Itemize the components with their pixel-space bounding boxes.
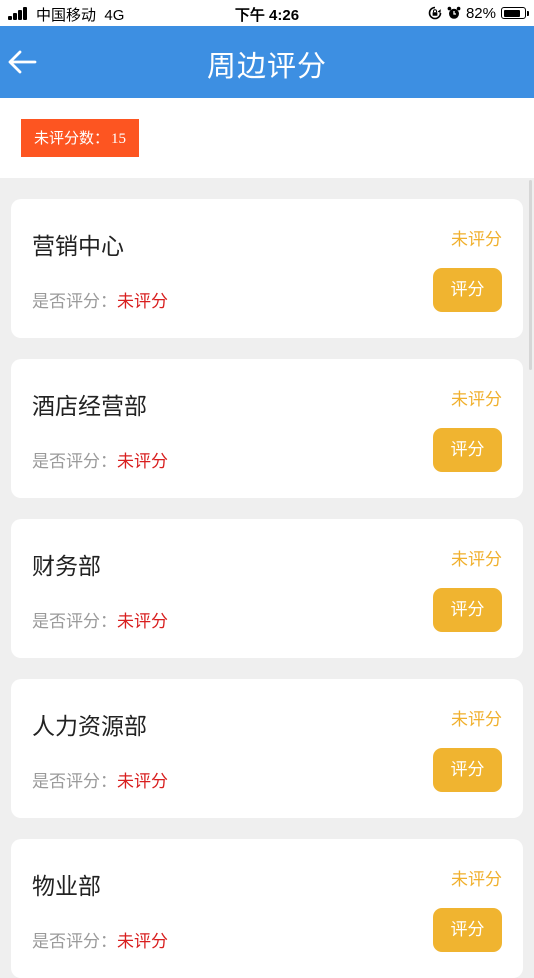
rating-question: 是否评分：未评分	[32, 767, 168, 792]
scrollbar[interactable]	[529, 180, 532, 370]
department-card: 酒店经营部 是否评分：未评分 未评分 评分	[11, 359, 523, 498]
rating-question-value: 未评分	[117, 612, 168, 632]
unrated-count-label: 未评分数：	[33, 129, 109, 147]
navigation-bar: 周边评分	[0, 26, 534, 98]
rate-button[interactable]: 评分	[433, 908, 502, 952]
summary-section: 未评分数： 15	[0, 98, 534, 178]
rating-status: 未评分	[451, 870, 502, 890]
battery-icon	[501, 7, 529, 19]
department-name: 物业部	[32, 874, 101, 900]
department-card: 物业部 是否评分：未评分 未评分 评分	[11, 839, 523, 978]
rate-button[interactable]: 评分	[433, 588, 502, 632]
rating-question-value: 未评分	[117, 772, 168, 792]
unrated-count-badge: 未评分数： 15	[21, 119, 139, 157]
rating-status: 未评分	[451, 230, 502, 250]
rating-question-label: 是否评分：	[32, 292, 117, 312]
status-bar: 中国移动 4G 下午 4:26 82%	[0, 0, 534, 26]
rate-button[interactable]: 评分	[433, 748, 502, 792]
rotation-lock-icon	[428, 6, 442, 20]
department-name: 酒店经营部	[32, 394, 147, 420]
department-name: 财务部	[32, 554, 101, 580]
department-card: 人力资源部 是否评分：未评分 未评分 评分	[11, 679, 523, 818]
battery-level-fill	[503, 9, 520, 17]
battery-percentage: 82%	[465, 4, 496, 22]
rating-question: 是否评分：未评分	[32, 927, 168, 952]
department-name: 营销中心	[32, 234, 124, 260]
rating-question-value: 未评分	[117, 292, 168, 312]
rating-question: 是否评分：未评分	[32, 607, 168, 632]
rating-question-label: 是否评分：	[32, 932, 117, 952]
rating-status: 未评分	[451, 710, 502, 730]
rating-status: 未评分	[451, 550, 502, 570]
rating-question-label: 是否评分：	[32, 452, 117, 472]
rate-button[interactable]: 评分	[433, 428, 502, 472]
rating-question: 是否评分：未评分	[32, 287, 168, 312]
department-card: 营销中心 是否评分：未评分 未评分 评分	[11, 199, 523, 338]
department-card: 财务部 是否评分：未评分 未评分 评分	[11, 519, 523, 658]
unrated-count-value: 15	[111, 131, 126, 147]
rating-question-value: 未评分	[117, 932, 168, 952]
rating-status: 未评分	[451, 390, 502, 410]
rating-question: 是否评分：未评分	[32, 447, 168, 472]
alarm-icon	[447, 6, 461, 19]
rating-question-value: 未评分	[117, 452, 168, 472]
status-right-group: 82%	[428, 3, 529, 23]
rating-question-label: 是否评分：	[32, 772, 117, 792]
rating-question-label: 是否评分：	[32, 612, 117, 632]
page-title: 周边评分	[206, 49, 327, 83]
rate-button[interactable]: 评分	[433, 268, 502, 312]
department-name: 人力资源部	[32, 714, 147, 740]
